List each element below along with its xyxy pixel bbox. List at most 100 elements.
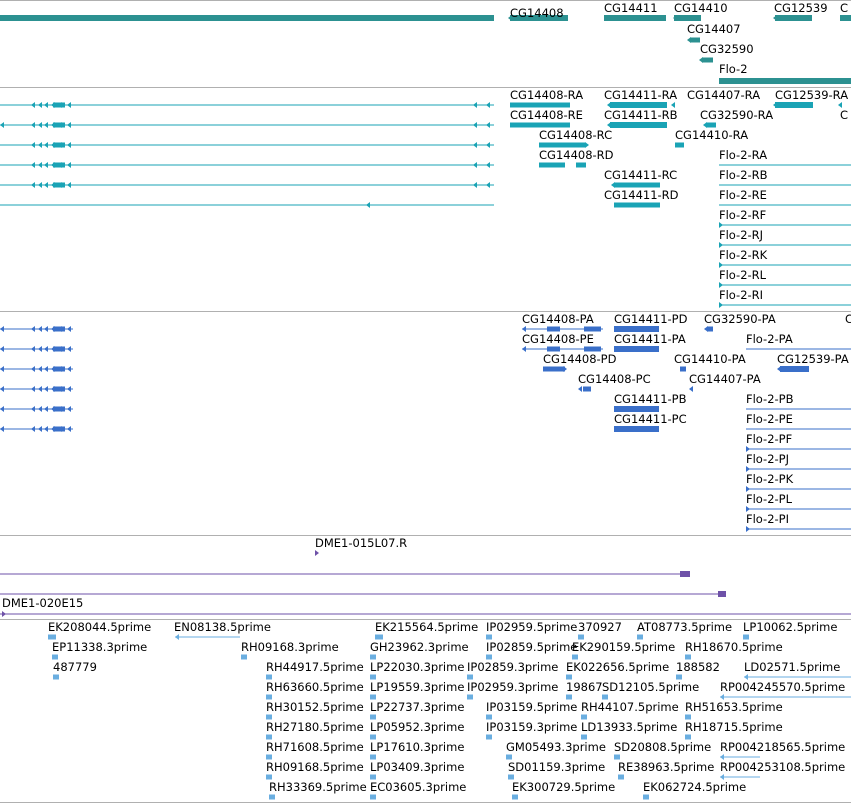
transcript-arrow[interactable] [473, 182, 477, 188]
gene-label[interactable]: CG32590 [700, 43, 754, 56]
transcript-label[interactable]: Flo-2-RJ [719, 229, 763, 242]
transcript-arrow[interactable] [0, 122, 4, 128]
est-label[interactable]: LD02571.5prime [744, 661, 840, 674]
protein-label[interactable]: CG14408-PE [522, 333, 594, 346]
clone-end[interactable] [718, 591, 726, 597]
protein-label[interactable]: CG14408-PD [543, 353, 616, 366]
est-label[interactable]: LP05952.3prime [370, 721, 464, 734]
est-block[interactable] [48, 634, 56, 640]
gene-label[interactable]: CG14407 [687, 23, 741, 36]
gene-bar[interactable] [674, 15, 701, 21]
est-block[interactable] [375, 634, 383, 640]
est-label[interactable]: IP02959.3prime [467, 681, 558, 694]
transcript-label[interactable]: CG14411-RD [604, 189, 679, 202]
est-label[interactable]: GM05493.3prime [506, 741, 606, 754]
protein-label[interactable]: Flo-2-PJ [746, 453, 789, 466]
clone-label[interactable]: DME1-020E15 [2, 597, 83, 610]
transcript-arrow[interactable] [44, 162, 48, 168]
est-block[interactable] [467, 674, 473, 680]
protein-label[interactable]: CG12539-PA [777, 353, 849, 366]
est-label[interactable]: RH09168.5prime [266, 761, 364, 774]
protein-intron[interactable] [746, 348, 851, 350]
transcript-arrow[interactable] [44, 142, 48, 148]
est-block[interactable] [370, 674, 376, 680]
est-block[interactable] [637, 634, 643, 640]
est-label[interactable]: IP02859.3prime [467, 661, 558, 674]
est-label[interactable]: GH23962.3prime [370, 641, 469, 654]
est-label[interactable]: EN08138.5prime [174, 621, 271, 634]
gene-label[interactable]: CG14408 [510, 7, 564, 20]
est-block[interactable] [743, 634, 749, 640]
transcript-arrow[interactable] [67, 102, 71, 108]
transcript-arrow[interactable] [38, 182, 42, 188]
transcript-arrow[interactable] [486, 142, 490, 148]
transcript-label[interactable]: CG32590-RA [700, 109, 773, 122]
protein-label[interactable]: C [845, 313, 851, 326]
transcript-arrow[interactable] [473, 142, 477, 148]
est-label[interactable]: RE38963.5prime [618, 761, 714, 774]
protein-label[interactable]: CG14408-PA [522, 313, 594, 326]
est-label[interactable]: RH18715.5prime [685, 721, 783, 734]
transcript-arrow[interactable] [38, 102, 42, 108]
est-block[interactable] [685, 654, 691, 660]
est-block[interactable] [486, 654, 492, 660]
est-label[interactable]: RH18670.5prime [685, 641, 783, 654]
transcript-label[interactable]: Flo-2-RB [719, 169, 768, 182]
protein-exon[interactable] [614, 346, 659, 352]
transcript-arrow[interactable] [44, 182, 48, 188]
est-block[interactable] [370, 714, 376, 720]
protein-exon[interactable] [780, 366, 809, 372]
transcript-intron[interactable] [0, 124, 494, 126]
est-label[interactable]: LP03409.3prime [370, 761, 464, 774]
protein-label[interactable]: CG32590-PA [704, 313, 776, 326]
est-block[interactable] [676, 674, 682, 680]
transcript-label[interactable]: Flo-2-RF [719, 209, 766, 222]
transcript-intron[interactable] [719, 244, 851, 246]
protein-arrow[interactable] [578, 386, 582, 392]
transcript-arrow[interactable] [486, 182, 490, 188]
est-label[interactable]: IP02859.5prime [486, 641, 577, 654]
clone-line[interactable] [0, 573, 690, 575]
est-label[interactable]: EK290159.5prime [572, 641, 675, 654]
transcript-exon[interactable] [539, 162, 565, 168]
est-block[interactable] [578, 634, 584, 640]
est-label[interactable]: IP03159.5prime [486, 701, 577, 714]
protein-exon[interactable] [584, 346, 601, 352]
transcript-exon[interactable] [53, 182, 65, 188]
transcript-arrow[interactable] [38, 142, 42, 148]
transcript-label[interactable]: CG14408-RE [510, 109, 583, 122]
transcript-intron[interactable] [719, 284, 851, 286]
transcript-intron[interactable] [719, 184, 851, 186]
est-block[interactable] [266, 774, 272, 780]
transcript-intron[interactable] [0, 204, 494, 206]
clone-arrow[interactable] [315, 550, 319, 556]
gene-bar[interactable] [0, 15, 494, 21]
transcript-label[interactable]: Flo-2-RA [719, 149, 767, 162]
est-label[interactable]: EP11338.3prime [52, 641, 147, 654]
protein-intron[interactable] [0, 408, 73, 410]
est-label[interactable]: RH44107.5prime [581, 701, 679, 714]
transcript-arrow[interactable] [473, 162, 477, 168]
est-line[interactable] [720, 756, 760, 758]
transcript-arrow[interactable] [486, 122, 490, 128]
protein-intron[interactable] [0, 348, 73, 350]
transcript-arrow[interactable] [67, 182, 71, 188]
est-label[interactable]: AT08773.5prime [637, 621, 732, 634]
protein-exon[interactable] [547, 326, 560, 332]
est-block[interactable] [467, 694, 473, 700]
transcript-arrow[interactable] [31, 102, 35, 108]
est-label[interactable]: RH09168.3prime [241, 641, 339, 654]
protein-exon[interactable] [543, 366, 565, 372]
est-label[interactable]: IP02959.5prime [486, 621, 577, 634]
protein-label[interactable]: Flo-2-PI [746, 513, 789, 526]
transcript-arrow[interactable] [366, 202, 370, 208]
est-block[interactable] [266, 754, 272, 760]
transcript-label[interactable]: CG14407-RA [687, 89, 760, 102]
est-block[interactable] [614, 754, 620, 760]
transcript-exon[interactable] [53, 102, 65, 108]
protein-intron[interactable] [746, 508, 851, 510]
transcript-label[interactable]: Flo-2-RL [719, 269, 766, 282]
est-block[interactable] [266, 714, 272, 720]
protein-intron[interactable] [0, 328, 73, 330]
transcript-arrow[interactable] [44, 102, 48, 108]
